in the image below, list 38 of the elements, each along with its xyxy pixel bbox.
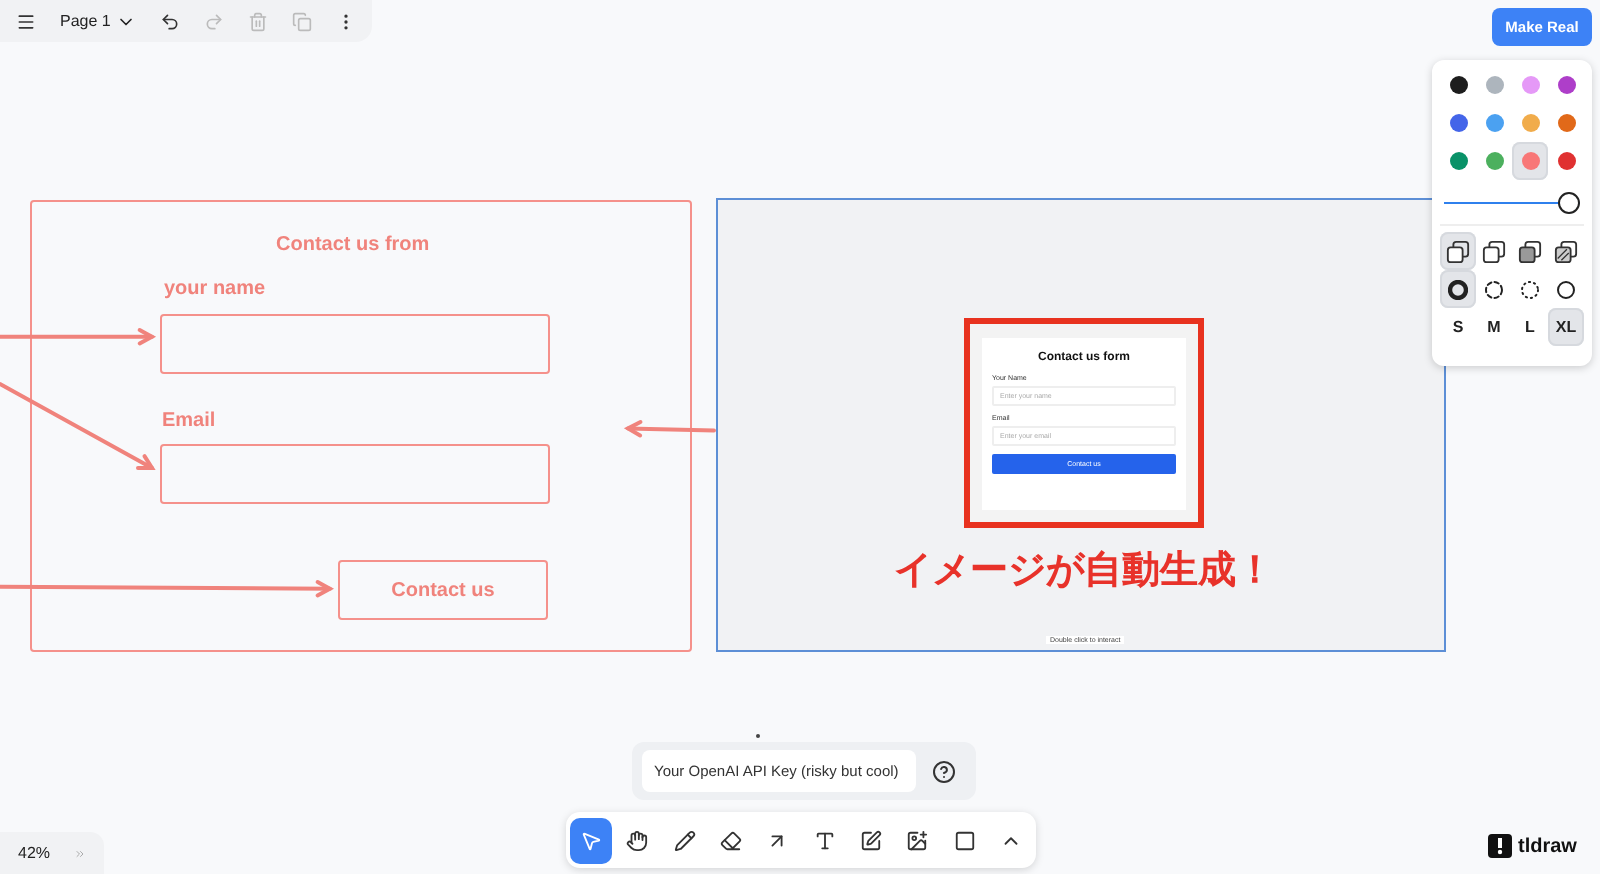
size-option[interactable]: L: [1512, 308, 1548, 346]
undo-icon[interactable]: [160, 11, 180, 31]
dotted-stroke-icon: [1520, 279, 1540, 299]
size-option[interactable]: XL: [1548, 308, 1584, 346]
select-icon: [580, 829, 603, 851]
stroke-option[interactable]: [1440, 270, 1476, 308]
text-icon: [813, 829, 836, 851]
arrow-icon: [766, 829, 789, 851]
fill-none-icon: [1446, 239, 1470, 263]
fill-pattern-icon: [1554, 239, 1578, 263]
page-selector[interactable]: Page 1: [60, 11, 136, 31]
hand-icon: [626, 829, 649, 851]
fill-option[interactable]: [1440, 232, 1476, 270]
draw-icon: [673, 829, 696, 851]
rectangle-icon: [953, 829, 976, 851]
solid-stroke-icon: [1556, 279, 1576, 299]
logo-text: tldraw: [1518, 835, 1577, 857]
zoom-level[interactable]: 42%: [18, 844, 51, 862]
menu-icon[interactable]: [16, 11, 36, 31]
logo-icon: [1488, 834, 1512, 858]
note-icon: [859, 829, 882, 851]
color-swatch[interactable]: [1512, 142, 1548, 180]
sketch-field-label: your name: [164, 278, 266, 300]
sketch-title: Contact us from: [276, 234, 430, 256]
dashed-stroke-icon: [1484, 279, 1504, 299]
eraser-icon: [720, 829, 743, 851]
fill-semi-icon: [1482, 239, 1506, 263]
sketch-field-label: Email: [162, 410, 216, 432]
size-option[interactable]: M: [1476, 308, 1512, 346]
fill-solid-icon: [1518, 239, 1542, 263]
slider-thumb[interactable]: [1558, 191, 1580, 213]
draw-stroke-icon: [1448, 279, 1468, 299]
size-option[interactable]: S: [1440, 308, 1476, 346]
select-tool[interactable]: [570, 817, 613, 863]
arrow: [623, 419, 716, 437]
image-icon: [906, 829, 929, 851]
annotation-text: イメージが自動生成！: [894, 546, 1274, 596]
help-icon[interactable]: [932, 759, 956, 783]
